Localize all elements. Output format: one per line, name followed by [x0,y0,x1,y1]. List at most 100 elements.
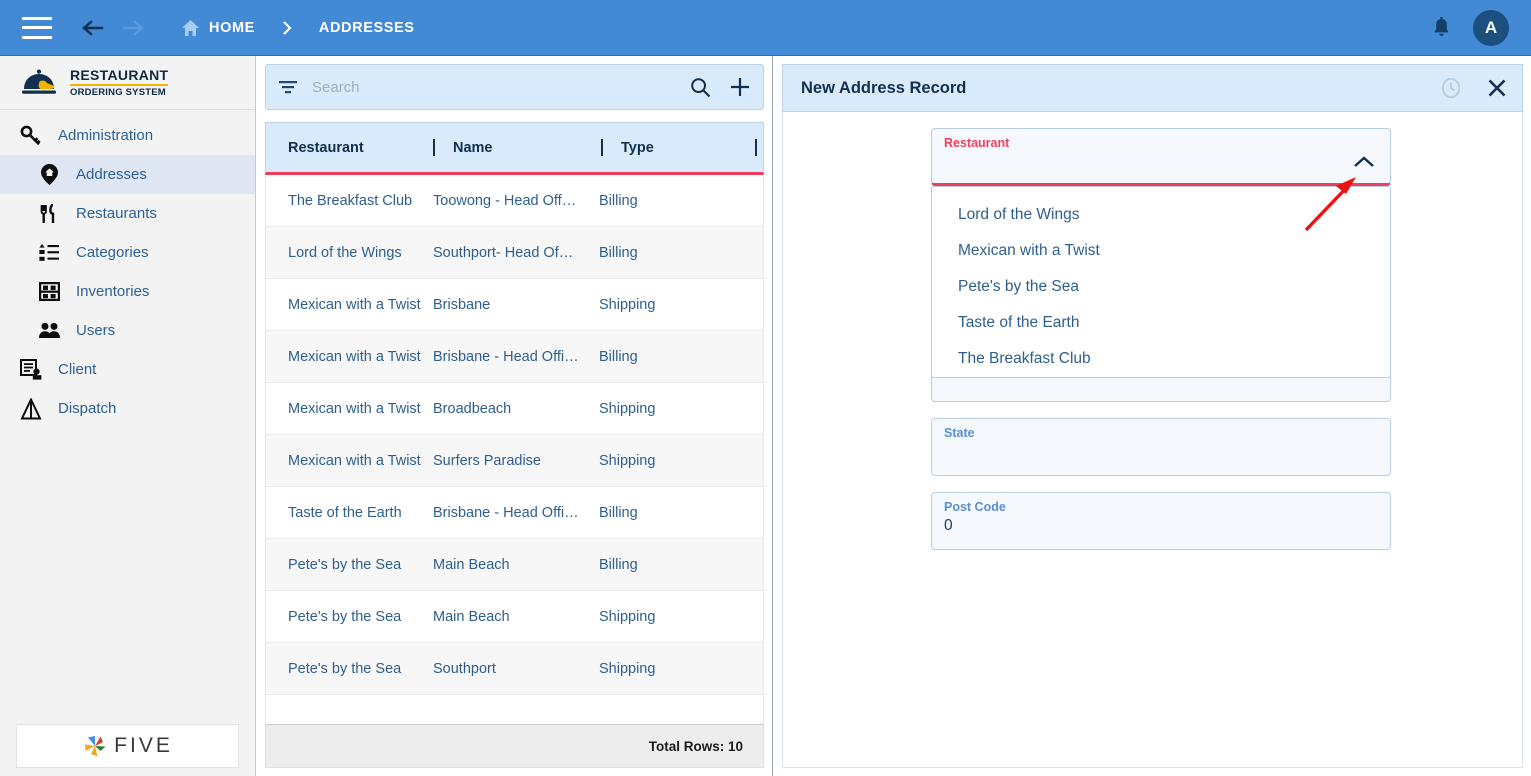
people-icon [36,322,62,339]
hamburger-icon[interactable] [22,16,52,39]
five-pinwheel-icon [82,733,108,759]
plus-icon[interactable] [729,76,751,98]
cell-name: Brisbane - Head Offi… [433,504,579,521]
sidebar-item-dispatch[interactable]: Dispatch [0,389,255,428]
sidebar-item-label: Addresses [76,166,147,183]
avatar[interactable]: A [1473,9,1509,46]
table-row[interactable]: Mexican with a Twist Brisbane Shipping [266,279,763,331]
cell-restaurant: Mexican with a Twist [288,400,421,417]
sidebar-item-label: Users [76,322,116,339]
cell-type: Shipping [599,452,656,469]
dropdown-option[interactable]: Mexican with a Twist [932,233,1390,269]
cell-name: Broadbeach [433,400,512,417]
table-header-row: Restaurant Name Type [265,122,764,175]
sidebar-item-restaurants[interactable]: Restaurants [0,194,255,233]
field-label-restaurant: Restaurant [944,136,1010,150]
brand-logo: RESTAURANT ORDERING SYSTEM [0,56,255,110]
cell-restaurant: Mexican with a Twist [288,348,421,365]
close-x-icon[interactable] [1486,77,1508,99]
sidebar-item-label: Categories [76,244,149,261]
top-navigation-bar: HOME ADDRESSES A [0,0,1531,56]
cell-restaurant: Taste of the Earth [288,504,402,521]
sidebar-item-inventories[interactable]: Inventories [0,272,255,311]
clock-history-icon[interactable] [1440,77,1462,99]
sidebar-item-addresses[interactable]: Addresses [0,155,255,194]
table-row[interactable]: Taste of the Earth Brisbane - Head Offi…… [266,487,763,539]
restaurant-dropdown-field[interactable]: Restaurant [931,128,1391,186]
column-header-name[interactable]: Name [435,140,601,156]
chevron-up-icon[interactable] [1352,155,1376,174]
sidebar-item-client[interactable]: Client [0,350,255,389]
field-label-post-code: Post Code [944,500,1006,514]
table-row-empty [266,695,763,724]
filter-icon[interactable] [278,79,298,95]
record-detail-pane: New Address Record Restaurant Address Li… [774,56,1531,776]
cell-restaurant: Lord of the Wings [288,244,402,261]
sidebar-item-administration[interactable]: Administration [0,116,255,155]
arrow-right-icon[interactable] [121,18,147,38]
cell-restaurant: Pete's by the Sea [288,660,402,677]
dropdown-option[interactable]: Lord of the Wings [932,197,1390,233]
table-row[interactable]: Pete's by the Sea Main Beach Shipping [266,591,763,643]
dropdown-option[interactable]: Taste of the Earth [932,305,1390,341]
cell-type: Billing [599,504,638,521]
state-field[interactable]: State [931,418,1391,476]
sidebar-item-users[interactable]: Users [0,311,255,350]
detail-header: New Address Record [782,64,1523,112]
restaurant-dropdown-list[interactable]: Lord of the Wings Mexican with a Twist P… [931,186,1391,378]
list-bullets-icon [36,243,62,263]
client-card-icon [18,359,44,380]
breadcrumb-home[interactable]: HOME [181,19,255,37]
five-footer-logo: FIVE [16,724,239,768]
sidebar-nav: Administration Addresses Restaurants Cat… [0,110,255,724]
brand-line-1: RESTAURANT [70,68,169,86]
search-icon[interactable] [690,77,711,98]
sidebar-item-categories[interactable]: Categories [0,233,255,272]
cell-name: Main Beach [433,608,510,625]
search-input[interactable] [312,78,672,96]
shelf-rack-icon [36,281,62,302]
dispatch-triangle-icon [18,397,44,420]
cell-restaurant: The Breakfast Club [288,192,413,209]
dropdown-option[interactable]: Pete's by the Sea [932,269,1390,305]
cell-type: Billing [599,244,638,261]
key-icon [18,125,44,147]
column-header-restaurant[interactable]: Restaurant [266,140,433,156]
cell-type: Shipping [599,400,656,417]
cell-type: Shipping [599,660,656,677]
bell-icon[interactable] [1432,16,1451,39]
cell-restaurant: Pete's by the Sea [288,556,402,573]
cell-restaurant: Mexican with a Twist [288,296,421,313]
address-list-pane: Restaurant Name Type The Breakfast Club … [257,56,773,776]
table-row[interactable]: Mexican with a Twist Brisbane - Head Off… [266,331,763,383]
cell-name: Southport [433,660,496,677]
table-row[interactable]: Pete's by the Sea Southport Shipping [266,643,763,695]
dropdown-option[interactable]: The Breakfast Club [932,341,1390,377]
arrow-left-icon[interactable] [79,18,105,38]
sidebar: RESTAURANT ORDERING SYSTEM Administratio… [0,56,256,776]
table-body: The Breakfast Club Toowong - Head Off… B… [265,175,764,724]
cell-type: Shipping [599,296,656,313]
field-label-state: State [944,426,975,440]
total-rows-label: Total Rows: 10 [648,738,743,754]
column-header-type[interactable]: Type [603,140,743,156]
sidebar-item-label: Dispatch [58,400,117,417]
sidebar-item-label: Restaurants [76,205,157,222]
table-row[interactable]: Pete's by the Sea Main Beach Billing [266,539,763,591]
column-divider[interactable] [755,139,757,156]
cell-restaurant: Mexican with a Twist [288,452,421,469]
field-value-post-code: 0 [944,517,953,534]
table-footer: Total Rows: 10 [265,724,764,768]
cell-name: Brisbane [433,296,491,313]
sidebar-item-label: Administration [58,127,154,144]
breadcrumb-home-label: HOME [209,19,255,36]
cell-type: Billing [599,556,638,573]
cloche-hand-logo-icon [20,67,62,99]
table-row[interactable]: Lord of the Wings Southport- Head Of… Bi… [266,227,763,279]
table-row[interactable]: Mexican with a Twist Surfers Paradise Sh… [266,435,763,487]
post-code-field[interactable]: Post Code 0 [931,492,1391,550]
cell-type: Shipping [599,608,656,625]
table-row[interactable]: Mexican with a Twist Broadbeach Shipping [266,383,763,435]
table-row[interactable]: The Breakfast Club Toowong - Head Off… B… [266,175,763,227]
breadcrumb-current: ADDRESSES [318,19,415,36]
